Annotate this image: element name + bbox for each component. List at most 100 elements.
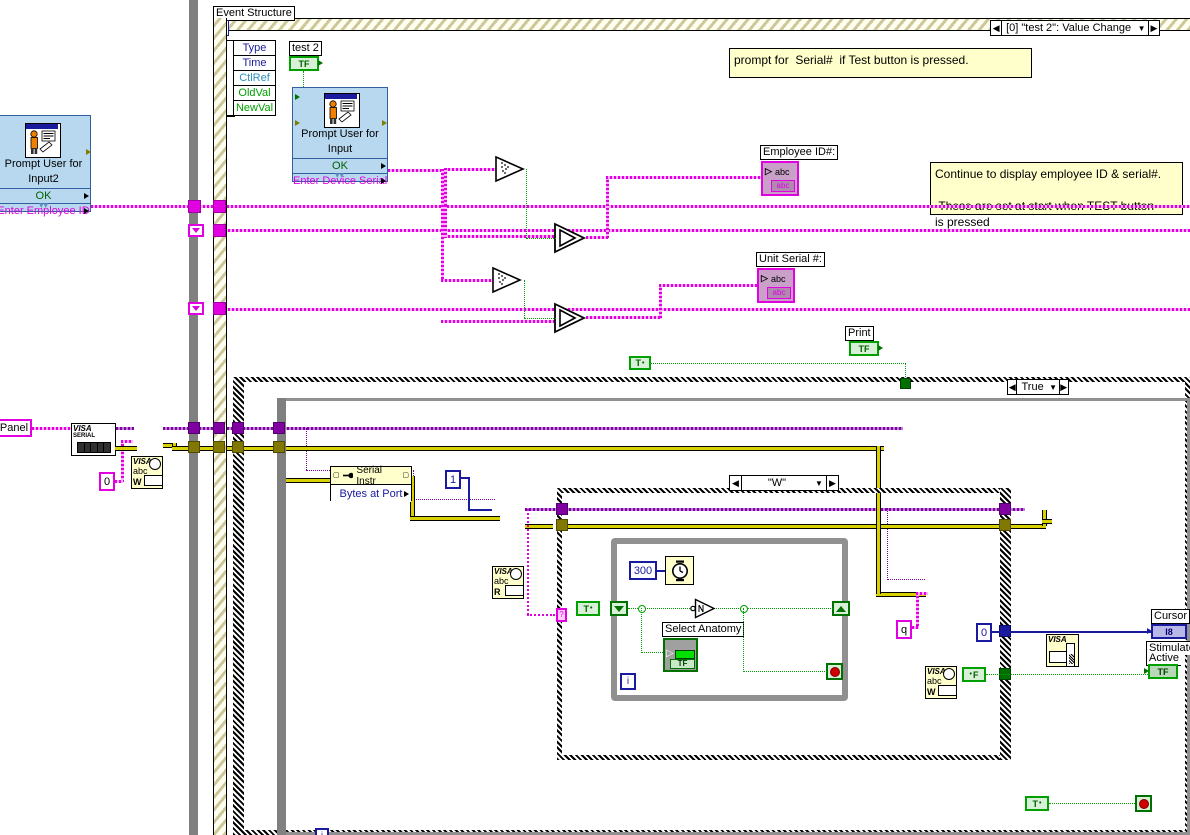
stimulator-active-indicator[interactable]: TF xyxy=(1148,664,1178,679)
visa-serial-sub: SERIAL xyxy=(73,433,96,439)
wait-ms-constant[interactable]: 300 xyxy=(629,561,657,580)
tunnel-error-c xyxy=(232,441,244,453)
prompt-input2-expand-chevron[interactable]: ▾▾ xyxy=(39,200,48,211)
wire-true-const-to-case xyxy=(651,363,906,364)
wire-one-to-read-v xyxy=(468,477,470,510)
cursor-indicator[interactable]: I8 xyxy=(1151,624,1187,639)
unit-serial-type-glyph: ▷ xyxy=(761,273,768,283)
wire-serial-branch xyxy=(216,308,1190,311)
print-terminal[interactable]: TF xyxy=(849,341,879,356)
outer-case-prev-arrow[interactable]: ◀ xyxy=(1008,380,1018,394)
tunnel-string-b xyxy=(213,200,226,213)
empty-string-path-icon-2[interactable] xyxy=(491,266,523,299)
inner-loop-shift-register-right[interactable] xyxy=(832,601,850,616)
inner-case-chevron-down-icon[interactable]: ▼ xyxy=(812,479,826,488)
zero-integer-constant[interactable]: 0 xyxy=(976,623,992,642)
event-case-selector[interactable]: ◀ [0] "test 2": Value Change ▼ ▶ xyxy=(990,20,1160,36)
prompt-user-icon xyxy=(30,130,56,154)
prompt-user-for-input2-subvi[interactable]: Prompt User for Input2 OK Enter Employee… xyxy=(0,115,91,217)
event-terminal-type: Type xyxy=(234,41,275,56)
inner-case-next-arrow[interactable]: ▶ xyxy=(826,476,838,490)
wire-one-to-read-h2 xyxy=(468,509,492,511)
case-next-arrow[interactable]: ▶ xyxy=(1147,21,1160,35)
test2-terminal-arrow xyxy=(318,60,323,66)
wire-junction-2 xyxy=(740,605,748,613)
visa-write-icon-1[interactable]: VISA abc W xyxy=(131,456,163,489)
zero-string-constant[interactable]: 0 xyxy=(99,472,115,491)
tunnel-visa-c xyxy=(232,422,244,434)
q-string-constant[interactable]: q xyxy=(896,620,912,639)
outer-case-next-arrow[interactable]: ▶ xyxy=(1058,380,1068,394)
tunnel-visa-d xyxy=(273,422,285,434)
visa-read-mode: R xyxy=(494,587,501,597)
wire-junction-1 xyxy=(638,605,646,613)
wire-zero-to-visa-write-top xyxy=(121,440,133,443)
select-glyph xyxy=(554,302,587,334)
visa-configure-serial-port-icon[interactable]: VISA SERIAL xyxy=(71,423,116,456)
panel-control-terminal[interactable]: Panel xyxy=(0,419,32,437)
not-gate-icon[interactable] xyxy=(690,598,716,624)
wait-ms-icon[interactable] xyxy=(665,556,694,585)
visa-read-icon[interactable]: VISA abc R xyxy=(492,566,524,599)
prompt-input2-ok-terminal xyxy=(84,193,89,199)
select-function-icon-2[interactable] xyxy=(553,302,587,339)
outer-case-selector-tunnel xyxy=(900,378,911,389)
bottom-true-constant[interactable]: T • xyxy=(1025,796,1049,811)
wire-error-main-1 xyxy=(115,446,137,451)
visa-close-hatch-glyph xyxy=(1069,654,1074,664)
select-anatomy-type: TF xyxy=(670,659,695,669)
outer-case-selector[interactable]: ◀ True ▼ ▶ xyxy=(1007,379,1069,395)
one-integer-text: 1 xyxy=(449,473,457,486)
visa-write-icon-2[interactable]: VISA abc W xyxy=(925,666,957,699)
false-constant-marker: • xyxy=(969,671,972,678)
event-terminal-newval: NewVal xyxy=(235,102,274,114)
visa-write-mode-1: W xyxy=(133,477,142,487)
visa-write-port-glyph-2 xyxy=(938,685,957,696)
empty-string-path-icon-1[interactable] xyxy=(494,155,526,188)
wire-visa-propnode-out-h xyxy=(413,499,495,500)
inner-case-selector[interactable]: ◀ "W" ▼ ▶ xyxy=(729,475,839,491)
wire-q-to-write2-top xyxy=(916,592,928,595)
wire-one-to-read-h1 xyxy=(461,477,470,479)
inner-loop-stop-terminal[interactable] xyxy=(826,663,843,680)
prompt-user-for-input-subvi[interactable]: Prompt User for Input OK Enter Device Se… xyxy=(292,87,388,187)
serial-instr-property-node[interactable]: ▢ Serial Instr ▢ Bytes at Port xyxy=(330,465,412,502)
wire-zero-to-cursor xyxy=(992,631,1152,633)
wire-employee-id-branch-2 xyxy=(216,229,1190,232)
visa-write-clock-glyph-1 xyxy=(149,458,161,470)
prompt-input-expand-chevron[interactable]: ▾▾ xyxy=(335,170,344,181)
true-constant-outer[interactable]: T • xyxy=(629,356,651,370)
inner-loop-shift-register-left[interactable] xyxy=(610,601,628,616)
inner-true-constant[interactable]: T • xyxy=(576,601,600,616)
prompt-input-in-terminal-2 xyxy=(295,120,300,126)
prompt-input2-out-terminal xyxy=(84,208,89,214)
wire-visa-branch-propnode-h xyxy=(306,470,332,471)
inner-true-constant-marker: • xyxy=(590,605,593,612)
inner-case-prev-arrow[interactable]: ◀ xyxy=(730,476,742,490)
test2-terminal[interactable]: TF xyxy=(289,56,319,71)
block-diagram-canvas[interactable]: Event Structure ◀ [0] "test 2": Value Ch… xyxy=(0,0,1190,835)
visa-close-icon[interactable]: VISA xyxy=(1046,634,1079,667)
employee-id-indicator[interactable]: ▷ abc abc xyxy=(761,161,799,196)
outer-case-chevron-down-icon[interactable]: ▼ xyxy=(1048,383,1059,392)
outer-loop-iteration-terminal: i xyxy=(315,828,329,835)
bottom-true-constant-marker: • xyxy=(1039,800,1042,807)
false-constant[interactable]: • F xyxy=(962,667,986,682)
outer-loop-stop-terminal[interactable] xyxy=(1135,795,1152,812)
wire-not-to-stop-v xyxy=(743,608,744,672)
visa-ref-icon xyxy=(342,472,354,479)
one-integer-constant[interactable]: 1 xyxy=(445,470,461,489)
select-function-icon-1[interactable] xyxy=(553,222,587,259)
case-prev-arrow[interactable]: ◀ xyxy=(991,21,1003,35)
property-node-ref-glyph-2: ▢ xyxy=(402,472,409,479)
select-anatomy-terminal[interactable]: ▷ TF xyxy=(663,638,698,672)
test2-terminal-text: TF xyxy=(298,58,310,69)
chevron-down-icon[interactable]: ▼ xyxy=(1135,24,1148,33)
wire-prompt-serial-out xyxy=(388,169,444,172)
unit-serial-indicator[interactable]: ▷ abc abc xyxy=(757,268,795,303)
inner-case-tunnel-error xyxy=(556,519,568,531)
prompt-input2-out-terminal-right xyxy=(86,149,91,155)
tunnel-string-shift-2 xyxy=(188,302,204,315)
property-node-property[interactable]: Bytes at Port xyxy=(331,485,411,502)
wire-empty2-to-select2-h xyxy=(524,318,556,319)
